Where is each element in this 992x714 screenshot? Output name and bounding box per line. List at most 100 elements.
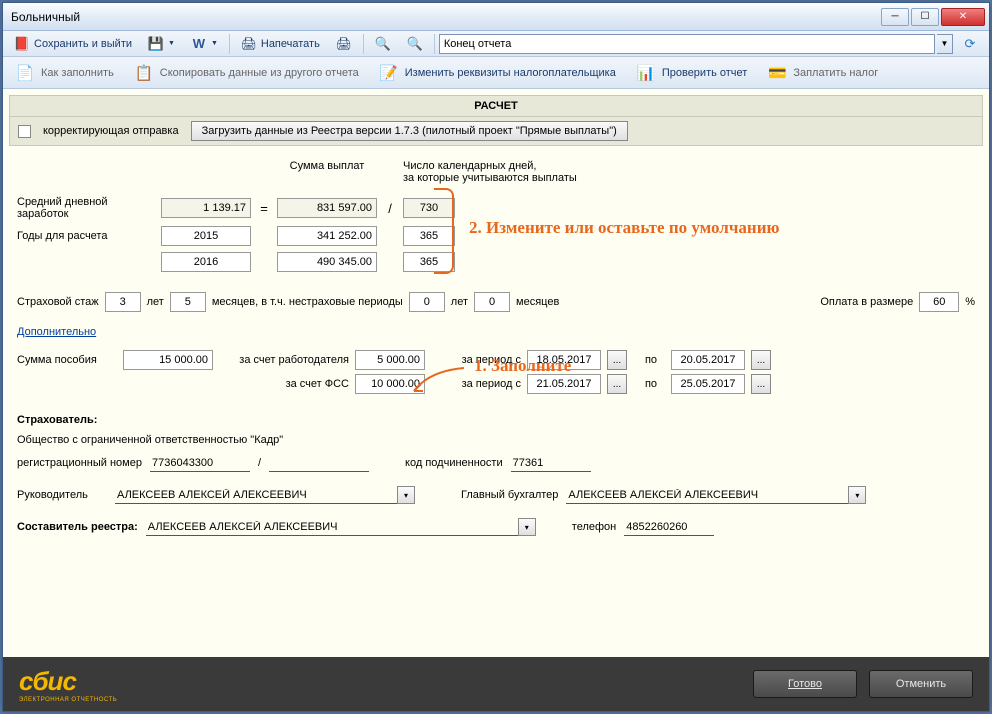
to-label-2: по <box>637 378 665 390</box>
emp-date-from[interactable] <box>527 350 601 370</box>
year1-input[interactable] <box>161 226 251 246</box>
zoom-out-icon: 🔍 <box>407 36 423 52</box>
nav-combo-value: Конец отчета <box>444 38 512 50</box>
change-req-label: Изменить реквизиты налогоплательщика <box>405 67 616 79</box>
toolbar-secondary: 📄 Как заполнить 📋 Скопировать данные из … <box>3 57 989 89</box>
word-button[interactable]: W▼ <box>184 33 225 55</box>
acc-name[interactable] <box>566 486 848 504</box>
total-sum <box>277 198 377 218</box>
save-exit-icon: 📕 <box>14 36 30 52</box>
pay-size-label: Оплата в размере <box>820 296 913 308</box>
maximize-button[interactable]: ☐ <box>911 8 939 26</box>
load-registry-button[interactable]: Загрузить данные из Реестра версии 1.7.3… <box>191 121 628 141</box>
fss-date-from[interactable] <box>527 374 601 394</box>
head-label: Руководитель <box>17 489 107 501</box>
period-from-label: за период с <box>431 354 521 366</box>
sum2-input[interactable] <box>277 252 377 272</box>
sum-header: Сумма выплат <box>277 160 377 190</box>
print-label: Напечатать <box>261 38 320 50</box>
word-icon: W <box>191 36 207 52</box>
save-button[interactable]: 💾▼ <box>141 33 182 55</box>
zoom-out-button[interactable]: 🔍 <box>400 33 430 55</box>
pay-icon: 💳 <box>767 63 787 83</box>
emp-from-picker[interactable]: ... <box>607 350 627 370</box>
days1-input[interactable] <box>403 226 455 246</box>
minimize-button[interactable]: ─ <box>881 8 909 26</box>
sub-label: код подчиненности <box>405 457 503 469</box>
print-button[interactable]: 🖨 Напечатать <box>234 33 327 55</box>
correction-label: корректирующая отправка <box>43 125 179 137</box>
stazh-months[interactable] <box>170 292 206 312</box>
emp-date-to[interactable] <box>671 350 745 370</box>
fss-sum[interactable] <box>355 374 425 394</box>
refresh-icon: ⟳ <box>962 36 978 52</box>
copy-data-label: Скопировать данные из другого отчета <box>160 67 359 79</box>
stazh-years[interactable] <box>105 292 141 312</box>
ns-months-unit: месяцев <box>516 296 559 308</box>
sbis-logo: сбис <box>19 666 117 697</box>
nav-combo[interactable]: Конец отчета <box>439 34 935 54</box>
fss-date-to[interactable] <box>671 374 745 394</box>
phone-input[interactable] <box>624 518 714 536</box>
org-name: Общество с ограниченной ответственностью… <box>17 434 283 446</box>
reg-number-2[interactable] <box>269 454 369 472</box>
days-header: Число календарных дней, за которые учиты… <box>403 160 699 190</box>
employer-sum[interactable] <box>355 350 425 370</box>
sub-code[interactable] <box>511 454 591 472</box>
employer-label: за счет работодателя <box>219 354 349 366</box>
fss-label: за счет ФСС <box>219 378 349 390</box>
content-area: РАСЧЕТ корректирующая отправка Загрузить… <box>3 89 989 657</box>
fss-to-picker[interactable]: ... <box>751 374 771 394</box>
author-name[interactable] <box>146 518 518 536</box>
pay-tax-label: Заплатить налог <box>793 67 878 79</box>
avg-earn-value <box>161 198 251 218</box>
acc-label: Главный бухгалтер <box>461 489 558 501</box>
reg-number-1[interactable] <box>150 454 250 472</box>
cancel-button[interactable]: Отменить <box>869 670 973 698</box>
pay-pct[interactable] <box>919 292 959 312</box>
author-picker[interactable]: ▾ <box>518 518 536 536</box>
change-requisites-button[interactable]: 📝 Изменить реквизиты налогоплательщика <box>375 59 620 87</box>
slash: / <box>258 457 261 469</box>
equals-sign: = <box>255 201 273 216</box>
ns-years[interactable] <box>409 292 445 312</box>
section-title: РАСЧЕТ <box>9 95 983 117</box>
check-icon: 📊 <box>636 63 656 83</box>
how-fill-button[interactable]: 📄 Как заполнить <box>11 59 118 87</box>
zoom-in-button[interactable]: 🔍 <box>368 33 398 55</box>
print-gear-icon: 🖨 <box>336 36 352 52</box>
head-picker[interactable]: ▾ <box>397 486 415 504</box>
benefit-sum[interactable] <box>123 350 213 370</box>
print-settings-button[interactable]: 🖨 <box>329 33 359 55</box>
zoom-in-icon: 🔍 <box>375 36 391 52</box>
correction-checkbox[interactable] <box>18 125 31 138</box>
save-exit-button[interactable]: 📕 Сохранить и выйти <box>7 33 139 55</box>
emp-to-picker[interactable]: ... <box>751 350 771 370</box>
year2-input[interactable] <box>161 252 251 272</box>
sum1-input[interactable] <box>277 226 377 246</box>
pay-tax-button[interactable]: 💳 Заплатить налог <box>763 59 882 87</box>
check-report-button[interactable]: 📊 Проверить отчет <box>632 59 752 87</box>
pct-sign: % <box>965 296 975 308</box>
acc-picker[interactable]: ▾ <box>848 486 866 504</box>
to-label-1: по <box>637 354 665 366</box>
help-icon: 📄 <box>15 63 35 83</box>
save-exit-label: Сохранить и выйти <box>34 38 132 50</box>
avg-earn-label: Средний дневной заработок <box>17 196 157 220</box>
close-button[interactable]: ✕ <box>941 8 985 26</box>
nav-combo-arrow[interactable]: ▼ <box>937 34 953 54</box>
toolbar-primary: 📕 Сохранить и выйти 💾▼ W▼ 🖨 Напечатать 🖨… <box>3 31 989 57</box>
correction-row: корректирующая отправка Загрузить данные… <box>9 117 983 146</box>
ns-months[interactable] <box>474 292 510 312</box>
fss-from-picker[interactable]: ... <box>607 374 627 394</box>
refresh-button[interactable]: ⟳ <box>955 33 985 55</box>
disk-icon: 💾 <box>148 36 164 52</box>
more-link[interactable]: Дополнительно <box>17 326 96 338</box>
copy-data-button[interactable]: 📋 Скопировать данные из другого отчета <box>130 59 363 87</box>
days2-input[interactable] <box>403 252 455 272</box>
stazh-label: Страховой стаж <box>17 296 99 308</box>
head-name[interactable] <box>115 486 397 504</box>
ready-button[interactable]: Готово <box>753 670 857 698</box>
window-title: Больничный <box>7 10 881 24</box>
copy-icon: 📋 <box>134 63 154 83</box>
